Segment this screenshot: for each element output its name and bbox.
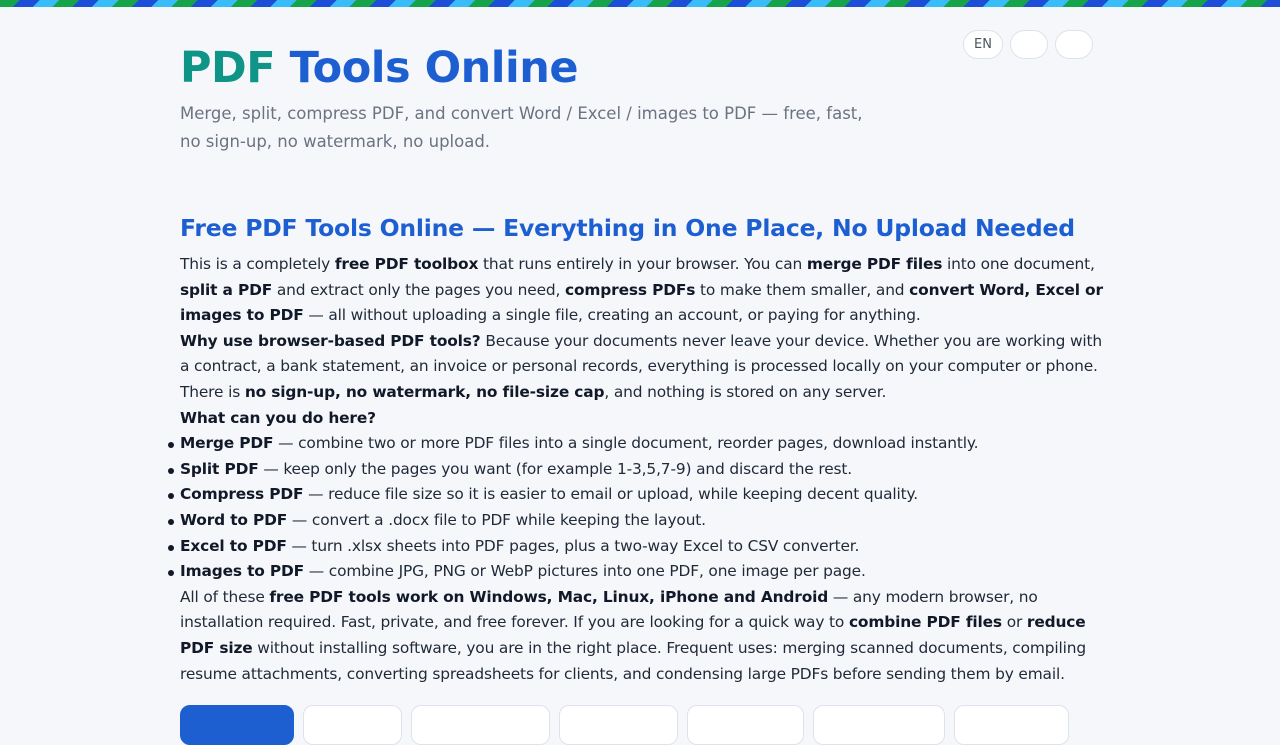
feature-name: Merge PDF [180,434,274,453]
bold-phrase: merge PDF files [806,255,943,273]
feature-name: Images to PDF [180,562,305,581]
tool-tab-4[interactable] [559,705,678,745]
tool-tabs [180,705,1069,745]
intro-paragraph-3: All of these free PDF tools work on Wind… [180,585,1105,687]
list-item: Compress PDF — reduce file size so it is… [168,482,1105,508]
tool-tab-5[interactable] [687,705,804,745]
tool-tab-2[interactable] [303,705,402,745]
text-span: — all without uploading a single file, c… [303,306,921,325]
feature-desc: — reduce file size so it is easier to em… [303,485,919,504]
language-button-2[interactable] [1009,30,1048,59]
bold-phrase: no sign-up, no watermark, no file-size c… [244,382,605,401]
tool-tab-1[interactable] [180,705,294,745]
feature-name: Compress PDF [180,485,304,504]
bold-phrase: compress PDFs [565,280,696,299]
features-list: Merge PDF — combine two or more PDF file… [168,431,1105,585]
features-heading-text: What can you do here? [180,408,376,427]
tool-tab-3[interactable] [411,705,550,745]
bold-phrase: free PDF tools work on Windows, Mac, Lin… [269,587,829,606]
list-item: Excel to PDF — turn .xlsx sheets into PD… [168,534,1105,560]
text-span: This is a completely [180,255,335,273]
intro-body: This is a completely free PDF toolbox th… [168,252,1105,687]
features-heading: What can you do here? [180,406,1105,432]
feature-name: Split PDF [180,459,259,478]
top-decorative-stripe [0,0,1280,7]
text-span: and extract only the pages you need, [272,280,566,299]
site-title-rest: Tools Online [275,43,579,93]
language-button-en[interactable]: EN [963,30,1003,59]
tool-tab-6[interactable] [813,705,945,745]
feature-desc: — turn .xlsx sheets into PDF pages, plus… [286,536,860,555]
feature-desc: — combine two or more PDF files into a s… [273,434,979,453]
feature-name: Word to PDF [180,510,288,529]
bold-phrase: split a PDF [180,280,273,299]
bold-phrase: free PDF toolbox [334,255,479,273]
site-title-accent: PDF [180,43,276,93]
intro-paragraph-1: This is a completely free PDF toolbox th… [180,252,1105,329]
text-span: or [1001,613,1027,632]
language-switcher: EN [963,30,1093,59]
intro-paragraph-2: Why use browser-based PDF tools? Because… [180,329,1105,406]
feature-name: Excel to PDF [180,536,287,555]
tool-tab-7[interactable] [954,705,1069,745]
bold-phrase: combine PDF files [848,613,1002,632]
list-item: Images to PDF — combine JPG, PNG or WebP… [168,559,1105,585]
text-span: without installing software, you are in … [180,638,1086,683]
list-item: Split PDF — keep only the pages you want… [168,457,1105,483]
list-item: Word to PDF — convert a .docx file to PD… [168,508,1105,534]
text-span: into one document, [942,255,1095,273]
text-span: that runs entirely in your browser. You … [478,255,807,273]
list-item: Merge PDF — combine two or more PDF file… [168,431,1105,457]
text-span: , and nothing is stored on any server. [604,382,887,401]
site-tagline: Merge, split, compress PDF, and convert … [180,104,863,151]
feature-desc: — combine JPG, PNG or WebP pictures into… [304,562,866,581]
feature-desc: — convert a .docx file to PDF while keep… [287,510,706,529]
bold-phrase: Why use browser-based PDF tools? [180,331,481,350]
language-button-3[interactable] [1054,30,1093,59]
text-span: to make them smaller, and [695,280,910,299]
site-title: PDF Tools Online [180,42,578,94]
intro-heading: Free PDF Tools Online — Everything in On… [180,214,1075,242]
text-span: All of these [180,587,270,606]
feature-desc: — keep only the pages you want (for exam… [258,459,853,478]
